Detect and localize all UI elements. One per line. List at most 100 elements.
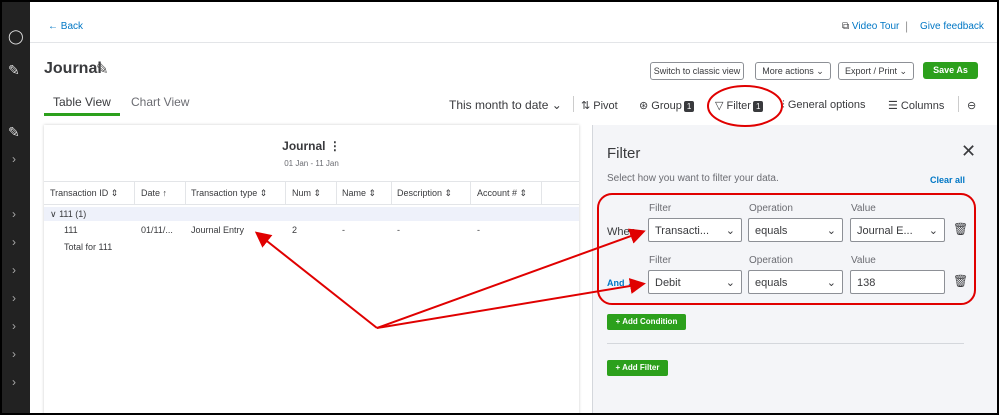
- pivot-button[interactable]: ⇅ Pivot: [581, 99, 618, 112]
- column-divider: [336, 182, 337, 204]
- circle-icon[interactable]: ◯: [8, 28, 24, 44]
- save-as-button[interactable]: Save As: [923, 62, 978, 79]
- tab-table-view[interactable]: Table View: [53, 95, 111, 109]
- cell-num: 2: [292, 225, 298, 235]
- date-range-label: This month to date: [449, 98, 549, 112]
- column-divider: [285, 182, 286, 204]
- condition-1-operation-value: equals: [755, 225, 788, 237]
- chevron-right-icon[interactable]: ›: [12, 319, 16, 333]
- topbar-separator: |: [905, 19, 909, 33]
- group-row[interactable]: ∨ 111 (1): [44, 207, 579, 221]
- back-link[interactable]: ← Back: [48, 21, 83, 32]
- columns-button[interactable]: ☰ Columns: [888, 99, 944, 112]
- filter-count-badge: 1: [752, 101, 764, 112]
- filter-field-label: Filter: [649, 203, 672, 214]
- condition-2-filter-value: Debit: [655, 277, 681, 289]
- cell-date: 01/11/...: [141, 225, 173, 235]
- cell-description: -: [397, 225, 400, 235]
- pivot-icon: ⇅: [581, 100, 594, 112]
- top-bar: ← Back ⧉ Video Tour | Give feedback: [30, 2, 997, 43]
- chevron-right-icon[interactable]: ›: [12, 152, 16, 166]
- group-label: Group: [651, 100, 682, 112]
- switch-classic-view-button[interactable]: Switch to classic view: [650, 62, 744, 80]
- more-vertical-icon[interactable]: ⋮: [326, 139, 341, 153]
- chevron-right-icon[interactable]: ›: [12, 347, 16, 361]
- close-icon[interactable]: ✕: [961, 141, 976, 162]
- chevron-right-icon[interactable]: ›: [12, 207, 16, 221]
- trash-icon[interactable]: 🗑: [953, 274, 968, 288]
- table-header: Transaction ID ⇕ Date ↑ Transaction type…: [44, 181, 579, 205]
- column-divider: [470, 182, 471, 204]
- pencil-icon[interactable]: ✎: [8, 62, 20, 78]
- filter-icon: ▽: [715, 100, 727, 112]
- clear-all-link[interactable]: Clear all: [930, 175, 965, 185]
- condition-2-operation-select[interactable]: equals ⌄: [748, 270, 843, 294]
- chevron-down-icon: ⌄: [826, 277, 836, 289]
- chevron-right-icon[interactable]: ›: [12, 291, 16, 305]
- column-header-name[interactable]: Name ⇕: [342, 188, 376, 199]
- column-header-transaction-id[interactable]: Transaction ID ⇕: [50, 188, 118, 199]
- sort-icon: ⇕: [110, 188, 119, 198]
- filter-button[interactable]: ▽ Filter 1: [715, 99, 764, 112]
- page-title: Journal: [44, 60, 102, 77]
- trash-icon[interactable]: 🗑: [953, 222, 968, 236]
- video-tour-link[interactable]: ⧉ Video Tour: [842, 21, 899, 32]
- condition-2-value-input[interactable]: 138: [850, 270, 945, 294]
- sort-icon: ⇕: [313, 188, 322, 198]
- condition-2-value-value: 138: [857, 277, 876, 289]
- condition-1-value-select[interactable]: Journal E... ⌄: [850, 218, 945, 242]
- column-header-transaction-type[interactable]: Transaction type ⇕: [191, 188, 267, 199]
- tab-chart-view[interactable]: Chart View: [131, 95, 189, 109]
- toolbar-divider: [573, 96, 574, 112]
- sort-icon: ⇕: [259, 188, 268, 198]
- column-header-num[interactable]: Num ⇕: [292, 188, 321, 199]
- app-frame: ◯ ✎ ✎ › › › › › › › › ← Back ⧉ Video Tou…: [0, 0, 999, 415]
- chevron-down-icon: ⌄: [826, 225, 836, 237]
- condition-1-operation-select[interactable]: equals ⌄: [748, 218, 843, 242]
- column-header-label: Transaction type: [191, 188, 258, 198]
- column-header-date[interactable]: Date ↑: [141, 188, 167, 198]
- video-tour-label: Video Tour: [851, 21, 900, 32]
- column-divider: [541, 182, 542, 204]
- chevron-right-icon[interactable]: ›: [12, 263, 16, 277]
- date-range-select[interactable]: This month to date ⌄: [449, 98, 562, 112]
- sort-icon: ↑: [162, 188, 168, 198]
- column-header-label: Transaction ID: [50, 188, 109, 198]
- value-field-label: Value: [851, 255, 876, 266]
- arrow-left-icon: ←: [48, 21, 61, 32]
- condition-1-filter-value: Transacti...: [655, 225, 709, 237]
- column-header-label: Description: [397, 188, 443, 198]
- general-options-button[interactable]: ⫶ General options: [782, 99, 865, 112]
- condition-1-value-value: Journal E...: [857, 225, 913, 237]
- column-header-label: Date: [141, 188, 161, 198]
- report-area: Journal ⋮ 01 Jan - 11 Jan Transaction ID…: [44, 125, 579, 413]
- add-filter-button[interactable]: + Add Filter: [607, 360, 668, 376]
- pencil-icon[interactable]: ✎: [8, 124, 20, 140]
- panel-divider: [607, 343, 964, 344]
- more-actions-button[interactable]: More actions ⌄: [755, 62, 831, 80]
- condition-2-operation-value: equals: [755, 277, 788, 289]
- group-button[interactable]: ⊛ Group 1: [639, 99, 695, 112]
- cell-transaction-type[interactable]: Journal Entry: [191, 225, 244, 235]
- and-operator-select[interactable]: And ⌄: [607, 278, 635, 289]
- collapse-icon[interactable]: ⊖: [967, 99, 976, 112]
- left-nav-rail: ◯ ✎ ✎ › › › › › › › ›: [2, 2, 30, 413]
- back-label: Back: [60, 21, 84, 32]
- chevron-right-icon[interactable]: ›: [12, 235, 16, 249]
- operation-field-label: Operation: [749, 203, 793, 214]
- chevron-right-icon[interactable]: ›: [12, 375, 16, 389]
- export-print-label: Export / Print: [844, 66, 897, 76]
- column-header-description[interactable]: Description ⇕: [397, 188, 452, 199]
- column-header-account-number[interactable]: Account # ⇕: [477, 188, 527, 199]
- total-row-label: Total for 111: [64, 242, 113, 252]
- add-condition-button[interactable]: + Add Condition: [607, 314, 686, 330]
- condition-1-filter-select[interactable]: Transacti... ⌄: [648, 218, 742, 242]
- column-header-label: Account #: [477, 188, 518, 198]
- edit-title-pencil-icon[interactable]: ✎: [96, 60, 109, 78]
- export-print-button[interactable]: Export / Print ⌄: [838, 62, 914, 80]
- report-sheet: Journal ⋮ 01 Jan - 11 Jan Transaction ID…: [44, 125, 579, 413]
- condition-2-filter-select[interactable]: Debit ⌄: [648, 270, 742, 294]
- cell-transaction-id: 111: [64, 225, 78, 235]
- filter-label: Filter: [726, 100, 751, 112]
- give-feedback-link[interactable]: Give feedback: [920, 21, 984, 32]
